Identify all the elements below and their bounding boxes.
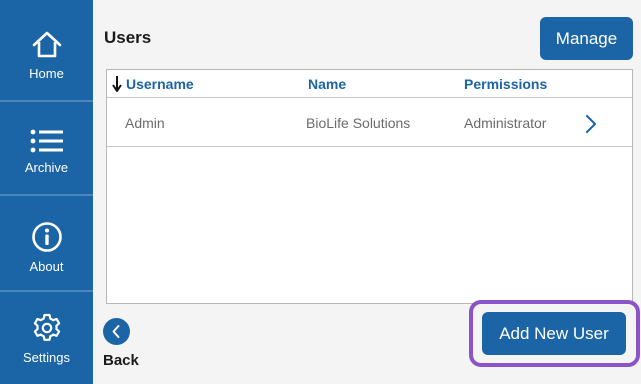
back-button[interactable]: Back xyxy=(103,318,153,376)
gear-icon xyxy=(33,313,60,341)
cell-username: Admin xyxy=(125,115,165,131)
table-header: Username Name Permissions xyxy=(107,70,632,98)
main-panel: Users Manage Username Name Permissions A… xyxy=(93,0,641,384)
sidebar: Home Archive About Settings xyxy=(0,0,93,384)
home-icon xyxy=(32,31,61,58)
sidebar-item-home[interactable]: Home xyxy=(0,30,93,81)
column-header-name[interactable]: Name xyxy=(308,76,346,92)
sidebar-item-label: Archive xyxy=(24,160,69,175)
cell-permissions: Administrator xyxy=(464,115,547,131)
back-circle xyxy=(103,318,130,345)
column-header-username[interactable]: Username xyxy=(126,76,194,92)
chevron-left-icon xyxy=(112,325,120,338)
users-table: Username Name Permissions Admin BioLife … xyxy=(106,69,633,304)
cell-name: BioLife Solutions xyxy=(306,115,411,131)
page-title: Users xyxy=(104,28,152,47)
sidebar-item-label: Home xyxy=(29,66,64,81)
sidebar-item-label: Settings xyxy=(23,350,70,365)
info-icon xyxy=(31,222,62,252)
manage-button[interactable]: Manage xyxy=(540,17,633,60)
sort-descending-icon[interactable] xyxy=(111,75,123,93)
chevron-right-icon xyxy=(586,115,596,133)
table-row[interactable]: Admin BioLife Solutions Administrator xyxy=(107,99,632,147)
sidebar-divider xyxy=(0,194,93,196)
add-new-user-button[interactable]: Add New User xyxy=(482,312,626,355)
sidebar-divider xyxy=(0,290,93,292)
app-frame: Home Archive About Settings Users Manage… xyxy=(0,0,641,384)
sidebar-item-label: About xyxy=(29,259,64,274)
sidebar-item-about[interactable]: About xyxy=(0,221,93,274)
sidebar-item-settings[interactable]: Settings xyxy=(0,312,93,365)
column-header-permissions[interactable]: Permissions xyxy=(464,76,547,92)
sidebar-item-archive[interactable]: Archive xyxy=(0,128,93,175)
back-label: Back xyxy=(103,352,139,369)
list-icon xyxy=(30,129,63,153)
sidebar-divider xyxy=(0,100,93,102)
